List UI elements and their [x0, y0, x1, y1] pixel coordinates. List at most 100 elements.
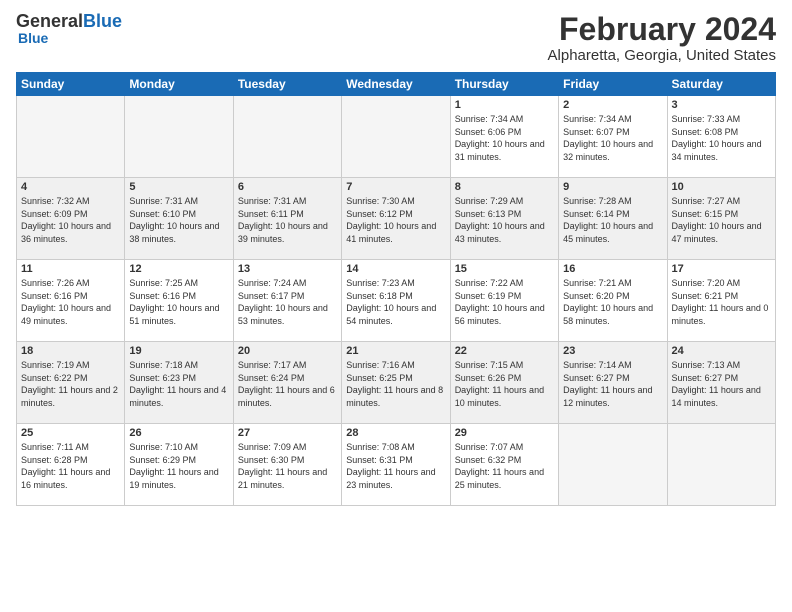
day-number: 22 — [455, 345, 554, 357]
day-info: Sunrise: 7:15 AMSunset: 6:26 PMDaylight:… — [455, 359, 554, 409]
day-number: 8 — [455, 181, 554, 193]
day-info: Sunrise: 7:07 AMSunset: 6:32 PMDaylight:… — [455, 441, 554, 491]
day-number: 24 — [672, 345, 771, 357]
table-row: 11 Sunrise: 7:26 AMSunset: 6:16 PMDayligh… — [17, 260, 125, 342]
table-row: 24 Sunrise: 7:13 AMSunset: 6:27 PMDayligh… — [667, 342, 775, 424]
table-row — [342, 96, 450, 178]
day-info: Sunrise: 7:13 AMSunset: 6:27 PMDaylight:… — [672, 359, 771, 409]
table-row: 1 Sunrise: 7:34 AMSunset: 6:06 PMDaylight… — [450, 96, 558, 178]
day-number: 12 — [129, 263, 228, 275]
day-info: Sunrise: 7:18 AMSunset: 6:23 PMDaylight:… — [129, 359, 228, 409]
day-info: Sunrise: 7:29 AMSunset: 6:13 PMDaylight:… — [455, 195, 554, 245]
day-info: Sunrise: 7:24 AMSunset: 6:17 PMDaylight:… — [238, 277, 337, 327]
table-row: 9Sunrise: 7:28 AMSunset: 6:14 PMDaylight… — [559, 178, 667, 260]
day-number: 25 — [21, 427, 120, 439]
table-row — [559, 424, 667, 506]
calendar-week-row: 18 Sunrise: 7:19 AMSunset: 6:22 PMDayligh… — [17, 342, 776, 424]
calendar-table: Sunday Monday Tuesday Wednesday Thursday… — [16, 72, 776, 506]
day-number: 11 — [21, 263, 120, 275]
table-row: 10 Sunrise: 7:27 AMSunset: 6:15 PMDayligh… — [667, 178, 775, 260]
day-number: 1 — [455, 99, 554, 111]
day-number: 16 — [563, 263, 662, 275]
table-row: 14 Sunrise: 7:23 AMSunset: 6:18 PMDayligh… — [342, 260, 450, 342]
calendar-week-row: 25 Sunrise: 7:11 AMSunset: 6:28 PMDayligh… — [17, 424, 776, 506]
table-row: 5 Sunrise: 7:31 AMSunset: 6:10 PMDaylight… — [125, 178, 233, 260]
table-row — [233, 96, 341, 178]
table-row: 7 Sunrise: 7:30 AMSunset: 6:12 PMDaylight… — [342, 178, 450, 260]
table-row: 28 Sunrise: 7:08 AMSunset: 6:31 PMDayligh… — [342, 424, 450, 506]
table-row — [667, 424, 775, 506]
day-number: 23 — [563, 345, 662, 357]
day-number: 27 — [238, 427, 337, 439]
day-number: 26 — [129, 427, 228, 439]
table-row: 19 Sunrise: 7:18 AMSunset: 6:23 PMDayligh… — [125, 342, 233, 424]
day-info: Sunrise: 7:23 AMSunset: 6:18 PMDaylight:… — [346, 277, 445, 327]
day-number: 3 — [672, 99, 771, 111]
day-info: Sunrise: 7:19 AMSunset: 6:22 PMDaylight:… — [21, 359, 120, 409]
calendar-page: GeneralBlue Blue February 2024 Alpharett… — [0, 0, 792, 612]
table-row: 2 Sunrise: 7:34 AMSunset: 6:07 PMDaylight… — [559, 96, 667, 178]
header-thursday: Thursday — [450, 73, 558, 96]
day-number: 18 — [21, 345, 120, 357]
table-row: 6Sunrise: 7:31 AMSunset: 6:11 PMDaylight… — [233, 178, 341, 260]
day-info: Sunrise: 7:31 AMSunset: 6:10 PMDaylight:… — [129, 195, 228, 245]
day-info: Sunrise: 7:20 AMSunset: 6:21 PMDaylight:… — [672, 277, 771, 327]
table-row — [17, 96, 125, 178]
table-row: 26 Sunrise: 7:10 AMSunset: 6:29 PMDayligh… — [125, 424, 233, 506]
day-info: Sunrise: 7:30 AMSunset: 6:12 PMDaylight:… — [346, 195, 445, 245]
header-tuesday: Tuesday — [233, 73, 341, 96]
table-row: 20 Sunrise: 7:17 AMSunset: 6:24 PMDayligh… — [233, 342, 341, 424]
header-friday: Friday — [559, 73, 667, 96]
logo-blue: Blue — [83, 11, 122, 31]
day-info: Sunrise: 7:22 AMSunset: 6:19 PMDaylight:… — [455, 277, 554, 327]
day-number: 5 — [129, 181, 228, 193]
table-row: 16 Sunrise: 7:21 AMSunset: 6:20 PMDayligh… — [559, 260, 667, 342]
day-info: Sunrise: 7:11 AMSunset: 6:28 PMDaylight:… — [21, 441, 120, 491]
table-row: 27Sunrise: 7:09 AMSunset: 6:30 PMDayligh… — [233, 424, 341, 506]
day-number: 29 — [455, 427, 554, 439]
day-info: Sunrise: 7:34 AMSunset: 6:07 PMDaylight:… — [563, 113, 662, 163]
table-row — [125, 96, 233, 178]
day-number: 7 — [346, 181, 445, 193]
header-saturday: Saturday — [667, 73, 775, 96]
day-info: Sunrise: 7:32 AMSunset: 6:09 PMDaylight:… — [21, 195, 120, 245]
calendar-week-row: 11 Sunrise: 7:26 AMSunset: 6:16 PMDayligh… — [17, 260, 776, 342]
table-row: 12Sunrise: 7:25 AMSunset: 6:16 PMDayligh… — [125, 260, 233, 342]
day-number: 6 — [238, 181, 337, 193]
day-info: Sunrise: 7:28 AMSunset: 6:14 PMDaylight:… — [563, 195, 662, 245]
day-info: Sunrise: 7:21 AMSunset: 6:20 PMDaylight:… — [563, 277, 662, 327]
page-title: February 2024 — [548, 12, 776, 47]
day-info: Sunrise: 7:16 AMSunset: 6:25 PMDaylight:… — [346, 359, 445, 409]
day-info: Sunrise: 7:14 AMSunset: 6:27 PMDaylight:… — [563, 359, 662, 409]
day-info: Sunrise: 7:33 AMSunset: 6:08 PMDaylight:… — [672, 113, 771, 163]
day-number: 17 — [672, 263, 771, 275]
day-number: 20 — [238, 345, 337, 357]
table-row: 22 Sunrise: 7:15 AMSunset: 6:26 PMDayligh… — [450, 342, 558, 424]
day-number: 28 — [346, 427, 445, 439]
table-row: 25 Sunrise: 7:11 AMSunset: 6:28 PMDayligh… — [17, 424, 125, 506]
header-monday: Monday — [125, 73, 233, 96]
page-subtitle: Alpharetta, Georgia, United States — [548, 47, 776, 64]
day-info: Sunrise: 7:10 AMSunset: 6:29 PMDaylight:… — [129, 441, 228, 491]
table-row: 23 Sunrise: 7:14 AMSunset: 6:27 PMDayligh… — [559, 342, 667, 424]
table-row: 8 Sunrise: 7:29 AMSunset: 6:13 PMDaylight… — [450, 178, 558, 260]
day-number: 14 — [346, 263, 445, 275]
calendar-week-row: 4 Sunrise: 7:32 AMSunset: 6:09 PMDaylight… — [17, 178, 776, 260]
day-number: 2 — [563, 99, 662, 111]
day-number: 10 — [672, 181, 771, 193]
day-info: Sunrise: 7:17 AMSunset: 6:24 PMDaylight:… — [238, 359, 337, 409]
day-info: Sunrise: 7:08 AMSunset: 6:31 PMDaylight:… — [346, 441, 445, 491]
day-info: Sunrise: 7:27 AMSunset: 6:15 PMDaylight:… — [672, 195, 771, 245]
day-number: 15 — [455, 263, 554, 275]
table-row: 29 Sunrise: 7:07 AMSunset: 6:32 PMDayligh… — [450, 424, 558, 506]
day-number: 4 — [21, 181, 120, 193]
logo-general: General — [16, 11, 83, 31]
day-number: 19 — [129, 345, 228, 357]
day-info: Sunrise: 7:26 AMSunset: 6:16 PMDaylight:… — [21, 277, 120, 327]
day-info: Sunrise: 7:34 AMSunset: 6:06 PMDaylight:… — [455, 113, 554, 163]
header-sunday: Sunday — [17, 73, 125, 96]
header-wednesday: Wednesday — [342, 73, 450, 96]
table-row: 18 Sunrise: 7:19 AMSunset: 6:22 PMDayligh… — [17, 342, 125, 424]
day-number: 21 — [346, 345, 445, 357]
table-row: 3 Sunrise: 7:33 AMSunset: 6:08 PMDaylight… — [667, 96, 775, 178]
